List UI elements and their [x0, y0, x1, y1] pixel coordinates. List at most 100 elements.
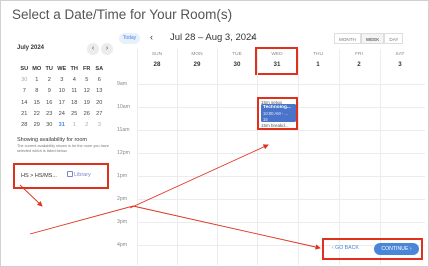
weekday-label: FR [83, 66, 91, 72]
view-day-button[interactable]: DAY [384, 33, 404, 44]
mini-calendar-week: 14 15 16 17 18 19 20 [18, 98, 118, 109]
mini-calendar-day[interactable]: 5 [81, 75, 94, 86]
mini-calendar-day[interactable]: 2 [43, 75, 56, 86]
day-name: THU [313, 52, 323, 57]
view-week-button[interactable]: WEEK [360, 33, 385, 44]
day-name: MON [191, 52, 203, 57]
mini-calendar-day[interactable]: 9 [43, 86, 56, 97]
day-column-line [298, 49, 299, 265]
mini-calendar-day[interactable]: 11 [68, 86, 81, 97]
hour-line [137, 222, 425, 223]
day-name: FRI [355, 52, 363, 57]
availability-title: Showing availability for room [17, 137, 88, 143]
event-highlight: 15m setup Technolog... 10:00 AM - ... 15… [257, 97, 298, 130]
room-tag-label: Library [74, 172, 91, 178]
mini-calendar-day[interactable]: 24 [56, 109, 69, 120]
day-column-line [339, 49, 340, 265]
day-header-thu[interactable]: THU 1 [298, 52, 338, 68]
view-switcher: MONTH WEEK DAY [334, 33, 404, 44]
mini-calendar-day[interactable]: 6 [93, 75, 106, 86]
hour-line [137, 84, 425, 85]
mini-calendar-next-button[interactable]: › [101, 43, 113, 55]
mini-calendar-day[interactable]: 18 [68, 98, 81, 109]
mini-calendar-day[interactable]: 30 [18, 75, 31, 86]
time-label: 10am [117, 104, 130, 110]
day-column-line [380, 49, 381, 265]
mini-calendar-day[interactable]: 16 [43, 98, 56, 109]
room-icon [67, 171, 73, 177]
mini-calendar-day[interactable]: 1 [31, 75, 44, 86]
wednesday-highlight [255, 47, 298, 75]
mini-calendar-day[interactable]: 8 [31, 86, 44, 97]
go-back-button[interactable]: ‹ GO BACK [332, 245, 359, 251]
mini-calendar-day[interactable]: 14 [18, 98, 31, 109]
page-title: Select a Date/Time for Your Room(s) [12, 7, 233, 22]
mini-calendar-day[interactable]: 1 [68, 120, 81, 131]
mini-calendar-day[interactable]: 3 [56, 75, 69, 86]
weekday-label: MO [32, 66, 42, 72]
mini-calendar-day[interactable]: 23 [43, 109, 56, 120]
day-column-line [217, 49, 218, 265]
continue-button[interactable]: CONTINUE › [374, 243, 419, 255]
mini-calendar-day[interactable]: 20 [93, 98, 106, 109]
event-title: Technolog... [263, 105, 291, 110]
mini-calendar-day-selected[interactable]: 31 [56, 120, 69, 131]
weekday-label: TH [70, 66, 78, 72]
mini-calendar-day[interactable]: 12 [81, 86, 94, 97]
day-name: SAT [395, 52, 405, 57]
day-header-sun[interactable]: SUN 28 [137, 52, 177, 68]
day-number: 30 [233, 61, 241, 68]
today-button[interactable]: Today [119, 33, 140, 44]
hour-line [137, 153, 425, 154]
mini-calendar-day[interactable]: 29 [31, 120, 44, 131]
event-block[interactable]: Technolog... 10:00 AM - ... 15 [261, 104, 296, 122]
mini-calendar-day[interactable]: 27 [93, 109, 106, 120]
day-header-tue[interactable]: TUE 30 [217, 52, 257, 68]
day-column-line [137, 49, 138, 265]
weekday-label: WE [57, 66, 67, 72]
mini-calendar-prev-button[interactable]: ‹ [87, 43, 99, 55]
view-month-button[interactable]: MONTH [334, 33, 361, 44]
weekday-label: SA [95, 66, 104, 72]
day-column-line [177, 49, 178, 265]
time-label: 2pm [117, 196, 128, 202]
mini-calendar-day[interactable]: 3 [93, 120, 106, 131]
day-number: 29 [193, 61, 201, 68]
day-header-mon[interactable]: MON 29 [177, 52, 217, 68]
mini-calendar-day[interactable]: 17 [56, 98, 69, 109]
mini-calendar-day[interactable]: 22 [31, 109, 44, 120]
mini-calendar-day[interactable]: 4 [68, 75, 81, 86]
event-time: 10:00 AM - ... [263, 111, 288, 116]
day-header-sat[interactable]: SAT 3 [380, 52, 420, 68]
day-header-fri[interactable]: FRI 2 [339, 52, 379, 68]
selected-room-card[interactable]: HS > HS/MS... Library [13, 163, 109, 189]
availability-description: The current availability shown is for th… [17, 144, 109, 153]
mini-calendar-week: 30 1 2 3 4 5 6 [18, 75, 118, 86]
event-teardown-label: 15m breakd... [261, 123, 289, 128]
time-label: 3pm [117, 219, 128, 225]
day-name: SUN [151, 52, 163, 57]
time-label: 9am [117, 81, 128, 87]
calendar-prev-button[interactable]: ‹ [150, 32, 153, 42]
mini-calendar-day[interactable]: 25 [68, 109, 81, 120]
mini-calendar-day[interactable]: 28 [18, 120, 31, 131]
time-label: 11am [117, 127, 130, 133]
day-number: 1 [316, 61, 320, 68]
hour-line [137, 176, 425, 177]
mini-calendar-day[interactable]: 7 [18, 86, 31, 97]
day-number: 3 [398, 61, 402, 68]
mini-calendar-day[interactable]: 13 [93, 86, 106, 97]
mini-calendar-week: 7 8 9 10 11 12 13 [18, 86, 118, 97]
footer-highlight: ‹ GO BACK CONTINUE › [322, 238, 423, 260]
day-number: 28 [153, 61, 161, 68]
mini-calendar-day[interactable]: 10 [56, 86, 69, 97]
mini-calendar-day[interactable]: 26 [81, 109, 94, 120]
mini-calendar-day[interactable]: 21 [18, 109, 31, 120]
mini-calendar-day[interactable]: 15 [31, 98, 44, 109]
mini-calendar-day[interactable]: 19 [81, 98, 94, 109]
calendar-next-button[interactable]: › [251, 32, 254, 42]
room-tag: Library [67, 171, 91, 178]
mini-calendar-day[interactable]: 2 [81, 120, 94, 131]
day-name: TUE [232, 52, 242, 57]
mini-calendar-day[interactable]: 30 [43, 120, 56, 131]
